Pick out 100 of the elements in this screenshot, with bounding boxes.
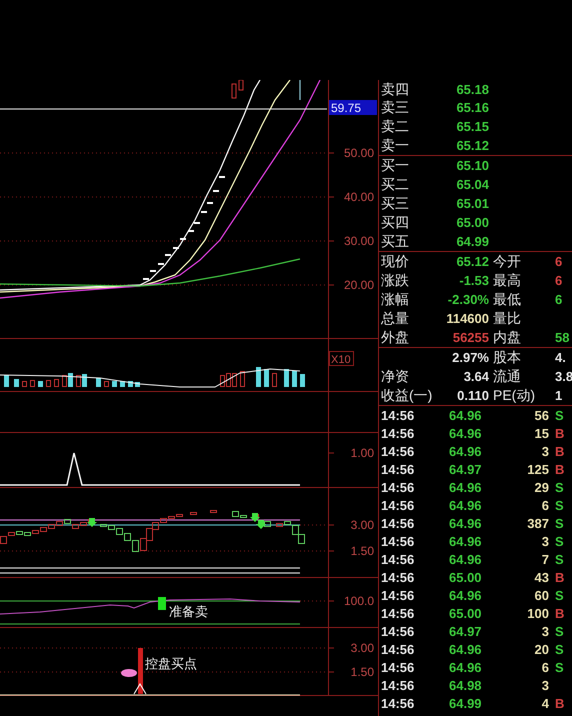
stat-label: 外盘 [380, 329, 409, 346]
peak-mark [134, 683, 146, 694]
trade-price: 64.96 [449, 498, 483, 512]
trade-volume: 43 [534, 570, 549, 584]
order-price: 65.16 [455, 100, 489, 115]
stat-value: 6 [555, 273, 562, 288]
trade-side: S [554, 552, 564, 566]
axis-label: 50.00 [344, 146, 374, 160]
trade-time: 14:56 [380, 552, 416, 566]
axis-label: 1.50 [350, 665, 374, 679]
stat-value: 3.64 [462, 369, 489, 384]
stat-label: 现价 [380, 253, 409, 270]
volume-bar [292, 371, 297, 387]
trade-price: 64.96 [449, 660, 483, 674]
step-bar [190, 512, 197, 515]
trade-price: 65.00 [449, 606, 483, 620]
stat-value: 2.97% [451, 350, 489, 365]
arrow-icon [87, 518, 97, 527]
stat-label: 最低 [492, 291, 522, 308]
trade-volume: 3 [540, 678, 549, 692]
trade-side: B [554, 462, 564, 476]
trade-time: 14:56 [380, 462, 416, 476]
trade-time: 14:56 [380, 606, 416, 620]
step-bar [264, 521, 271, 527]
stat-value: -1.53 [458, 273, 489, 288]
trade-volume: 100 [526, 606, 549, 620]
trade-volume: 6 [540, 660, 549, 674]
trade-time: 14:56 [380, 480, 416, 494]
volume-bar [272, 373, 277, 387]
candle [232, 84, 236, 98]
axis-label: 3.00 [350, 518, 374, 532]
trade-time: 14:56 [380, 426, 416, 440]
stat-label: 内盘 [492, 329, 522, 346]
stat-label: 量比 [492, 310, 522, 327]
order-level-label: 买三 [380, 195, 409, 212]
volume-bar [96, 378, 101, 387]
trade-volume: 6 [540, 498, 549, 512]
order-level-label: 卖三 [380, 99, 409, 116]
order-level-label: 买一 [380, 157, 409, 174]
trade-time: 14:56 [380, 660, 416, 674]
stat-value: 0.110 [456, 388, 489, 403]
volume-bar [112, 381, 117, 387]
stat-label: 净资 [380, 368, 409, 385]
trade-time: 14:56 [380, 444, 416, 458]
stat-label: 今开 [492, 253, 522, 270]
trade-price: 64.98 [449, 678, 483, 692]
signal-label: 准备卖 [169, 605, 208, 620]
order-price: 65.10 [455, 158, 489, 173]
sell-signal-marker [158, 597, 166, 610]
stat-label: 最高 [492, 272, 522, 289]
trade-time: 14:56 [380, 498, 416, 512]
price-tag: 59.75 [329, 100, 377, 115]
stat-label: 总量 [380, 310, 409, 327]
trade-time: 14:56 [380, 624, 416, 638]
trade-volume: 29 [534, 480, 549, 494]
trade-volume: 3 [540, 444, 549, 458]
stat-value: 114600 [445, 311, 489, 326]
order-level-label: 卖四 [380, 80, 409, 98]
volume-bar [46, 380, 51, 387]
order-price: 65.18 [455, 82, 489, 96]
trade-time: 14:56 [380, 516, 416, 530]
trade-price: 65.00 [449, 570, 483, 584]
trade-price: 64.97 [449, 462, 483, 476]
volume-bar [14, 379, 19, 387]
trade-volume: 15 [534, 426, 549, 440]
axis-label: 3.00 [350, 641, 374, 655]
trade-price: 64.96 [449, 408, 483, 422]
axis-label: 30.00 [344, 234, 374, 248]
stat-value: -2.30% [446, 292, 489, 307]
trade-volume: 3 [540, 624, 549, 638]
trade-time: 14:56 [380, 408, 416, 422]
order-level-label: 卖一 [380, 137, 409, 154]
order-price: 65.00 [455, 215, 489, 230]
trade-time: 14:56 [380, 696, 416, 710]
trade-side: S [554, 642, 564, 656]
stat-label: 涨幅 [380, 291, 409, 308]
volume-bar [135, 382, 140, 387]
axis-label: 1.50 [350, 544, 374, 558]
trade-price: 64.99 [449, 696, 483, 710]
trade-time: 14:56 [380, 642, 416, 656]
trade-side: S [554, 588, 564, 602]
candle [238, 80, 244, 90]
trade-price: 64.96 [449, 426, 483, 440]
stat-label: 流通 [492, 368, 522, 385]
trade-volume: 56 [534, 408, 549, 422]
trade-side: B [554, 444, 564, 458]
step-bar [210, 510, 217, 513]
volume-bar [38, 381, 43, 387]
trade-side: B [554, 696, 564, 710]
trade-side: S [554, 516, 564, 530]
trade-volume: 7 [540, 552, 549, 566]
trade-volume: 125 [526, 462, 549, 476]
stat-label: 股本 [492, 349, 522, 366]
volume-bar [54, 379, 59, 387]
volume-bar [120, 381, 125, 387]
trade-price: 64.96 [449, 516, 483, 530]
trade-time: 14:56 [380, 534, 416, 548]
volume-bar [264, 369, 269, 387]
volume-bar [256, 367, 261, 387]
order-level-label: 买五 [380, 233, 409, 250]
